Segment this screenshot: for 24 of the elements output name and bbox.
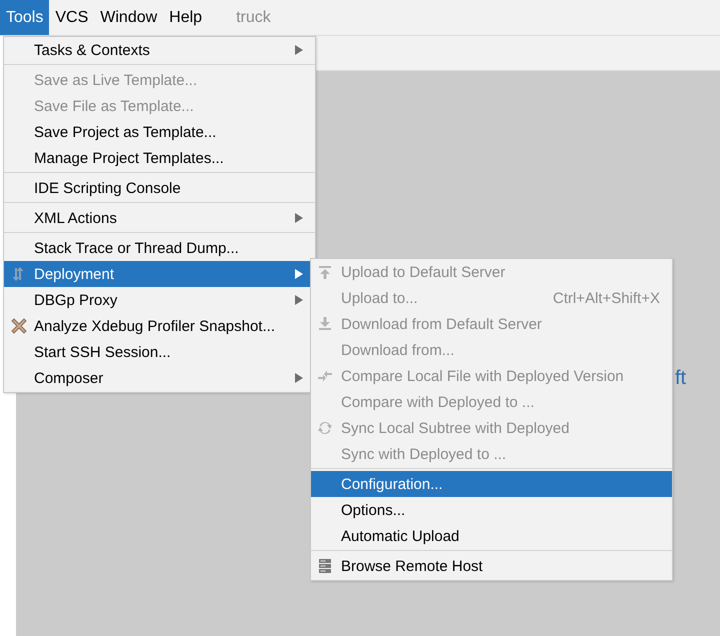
menu-bar-item[interactable]: VCS	[49, 0, 94, 35]
menu-item[interactable]: Configuration...	[311, 471, 672, 497]
menu-bar-item[interactable]: Help	[163, 0, 208, 35]
upload-icon	[317, 264, 333, 280]
sync-icon	[317, 420, 333, 436]
shortcut-label: Ctrl+Alt+Shift+X	[552, 290, 660, 306]
project-name: truck	[236, 8, 271, 28]
arrows-icon	[10, 266, 26, 282]
menu-bar-item[interactable]: Window	[94, 0, 164, 35]
menu-item[interactable]: Options...	[311, 497, 672, 523]
menu-item[interactable]: Manage Project Templates...	[4, 145, 315, 171]
download-icon	[317, 316, 333, 332]
menu-bar-item[interactable]: Tools	[0, 0, 50, 35]
menu-item[interactable]: Stack Trace or Thread Dump...	[4, 235, 315, 261]
menu-item[interactable]: Tasks & Contexts	[4, 37, 315, 63]
menu-item[interactable]: Save Project as Template...	[4, 119, 315, 145]
compare-icon	[317, 368, 333, 384]
menu-item[interactable]: Automatic Upload	[311, 523, 672, 549]
menu-item[interactable]: XML Actions	[4, 205, 315, 231]
editor-text: ft	[675, 367, 686, 390]
menu-item[interactable]: Browse Remote Host	[311, 553, 672, 579]
server-icon	[317, 558, 333, 574]
cross-icon	[10, 317, 28, 335]
menu-item[interactable]: IDE Scripting Console	[4, 175, 315, 201]
